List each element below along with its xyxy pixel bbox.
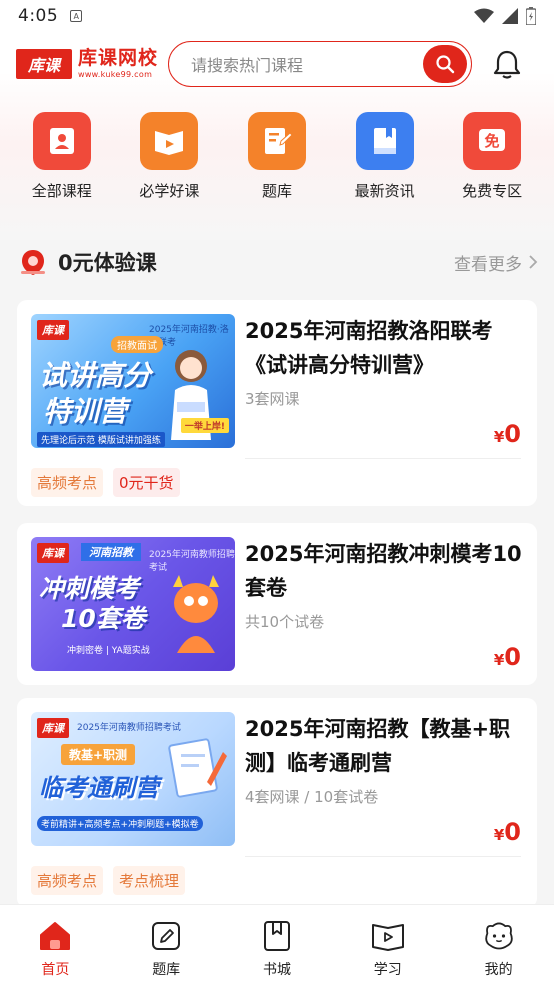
logo-name: 库课网校	[78, 47, 159, 69]
bookstore-icon	[260, 919, 294, 953]
all-courses-icon	[32, 112, 91, 170]
thumb-caption-top: 2025年河南教师招聘考试	[77, 723, 181, 733]
thumb-badge: 教基+职测	[61, 744, 136, 765]
course-title: 2025年河南招教洛阳联考《试讲高分特训营》	[245, 319, 493, 377]
tab-label: 首页	[41, 962, 70, 978]
course-tag: 0元干货	[113, 468, 180, 497]
tab-study[interactable]: 学习	[332, 905, 443, 984]
free-zone-icon: 免	[463, 112, 522, 170]
course-card[interactable]: 库课 河南招教 2025年河南教师招聘考试 冲刺模考 10套卷 冲刺密卷 | Y…	[17, 523, 537, 685]
course-title: 2025年河南招教冲刺模考10套卷	[245, 542, 522, 600]
category-news[interactable]: 最新资讯	[335, 112, 435, 212]
category-label: 必学好课	[139, 182, 200, 200]
tab-label: 学习	[373, 962, 402, 978]
category-label: 最新资讯	[354, 182, 415, 200]
question-bank-tab-icon	[149, 919, 183, 953]
profile-icon	[482, 919, 516, 953]
news-icon	[355, 112, 414, 170]
wifi-icon	[474, 8, 494, 23]
thumb-tag: 库课	[37, 543, 69, 563]
course-tag: 高频考点	[31, 866, 104, 895]
logo-box: 库课	[16, 49, 72, 79]
course-tag: 考点梳理	[113, 866, 186, 895]
tab-home[interactable]: 首页	[0, 905, 111, 984]
course-card[interactable]: 库课 2025年河南招教·洛阳联考 招教面试 试讲高分 特训营 先理论后示范 模…	[17, 300, 537, 506]
tab-bookstore[interactable]: 书城	[222, 905, 333, 984]
course-subtitle: 4套网课 / 10套试卷	[245, 788, 379, 806]
section-title: 0元体验课	[58, 251, 157, 275]
thumb-headline-1: 试讲高分	[39, 359, 152, 392]
app-logo: 库课 库课网校 www.kuke99.com	[16, 49, 158, 79]
section-header: 0元体验课 查看更多	[18, 244, 538, 280]
chevron-right-icon	[529, 255, 538, 269]
category-question-bank[interactable]: 题库	[227, 112, 327, 212]
thumb-tag: 库课	[37, 320, 69, 340]
course-subtitle: 共10个试卷	[245, 613, 325, 631]
notification-button[interactable]	[490, 47, 524, 81]
search-icon	[436, 55, 455, 74]
see-more-label: 查看更多	[454, 254, 522, 275]
search-bar[interactable]: 请搜索热门课程	[168, 41, 473, 87]
category-must-learn[interactable]: 必学好课	[119, 112, 219, 212]
thumb-badge: 河南招教	[81, 543, 141, 561]
thumb-illustration	[167, 732, 227, 802]
course-tags: 高频考点 考点梳理	[31, 866, 186, 895]
course-card[interactable]: 库课 2025年河南教师招聘考试 教基+职测 临考通刷营 考前精讲+高频考点+冲…	[17, 698, 537, 908]
course-tags: 高频考点 0元干货	[31, 468, 180, 497]
home-icon	[38, 919, 72, 953]
svg-text:免: 免	[485, 132, 500, 150]
tab-label: 我的	[484, 962, 513, 978]
status-right	[474, 7, 536, 25]
status-bar: 4:05 A	[0, 0, 554, 32]
thumb-badge: 招教面试	[111, 336, 163, 353]
thumb-headline-2: 特训营	[43, 395, 128, 428]
category-row: 全部课程 必学好课 题库 最新资讯 免 免费专区	[0, 112, 554, 212]
course-tag: 高频考点	[31, 468, 104, 497]
thumb-stamp: 一举上岸!	[180, 418, 229, 433]
tab-question-bank[interactable]: 题库	[111, 905, 222, 984]
thumb-caption-bottom: 考前精讲+高频考点+冲刺刷题+模拟卷	[37, 816, 203, 831]
divider	[245, 458, 521, 459]
divider	[245, 856, 521, 857]
must-learn-icon	[140, 112, 199, 170]
header: 库课 库课网校 www.kuke99.com 请搜索热门课程	[0, 36, 554, 92]
category-free-zone[interactable]: 免 免费专区	[442, 112, 542, 212]
thumb-headline-2: 10套卷	[61, 604, 146, 633]
thumb-illustration	[165, 573, 227, 653]
course-price: ¥0	[493, 818, 521, 846]
category-label: 全部课程	[31, 182, 92, 200]
course-price: ¥0	[493, 420, 521, 448]
tab-label: 题库	[152, 962, 181, 978]
category-label: 免费专区	[462, 182, 523, 200]
search-input[interactable]: 请搜索热门课程	[191, 52, 423, 76]
study-icon	[371, 919, 405, 953]
course-thumbnail: 库课 河南招教 2025年河南教师招聘考试 冲刺模考 10套卷 冲刺密卷 | Y…	[31, 537, 235, 671]
course-thumbnail: 库课 2025年河南教师招聘考试 教基+职测 临考通刷营 考前精讲+高频考点+冲…	[31, 712, 235, 846]
tab-profile[interactable]: 我的	[443, 905, 554, 984]
category-all-courses[interactable]: 全部课程	[12, 112, 112, 212]
thumb-headline-1: 临考通刷营	[39, 774, 159, 802]
bottom-tab-bar: 首页 题库 书城 学习 我的	[0, 904, 554, 984]
category-label: 题库	[261, 182, 292, 200]
search-button[interactable]	[423, 45, 468, 83]
status-time: 4:05	[18, 6, 59, 26]
question-bank-icon	[247, 112, 306, 170]
thumb-caption-bottom: 冲刺密卷 | YA题实战	[67, 646, 150, 656]
signal-icon	[502, 8, 518, 24]
see-more-link[interactable]: 查看更多	[454, 250, 538, 275]
bell-icon	[493, 50, 521, 79]
course-subtitle: 3套网课	[245, 390, 300, 408]
course-thumbnail: 库课 2025年河南招教·洛阳联考 招教面试 试讲高分 特训营 先理论后示范 模…	[31, 314, 235, 448]
course-price: ¥0	[493, 643, 521, 671]
battery-icon	[526, 7, 536, 25]
tab-label: 书城	[262, 962, 291, 978]
logo-url: www.kuke99.com	[78, 70, 153, 79]
thumb-caption-top: 2025年河南教师招聘考试	[149, 550, 235, 573]
thumb-tag: 库课	[37, 718, 69, 738]
course-title: 2025年河南招教【教基+职测】临考通刷营	[245, 717, 511, 775]
thumb-caption-bottom: 先理论后示范 模版试讲加强练	[37, 432, 165, 447]
sim-icon: A	[70, 10, 83, 22]
free-course-section-icon	[21, 250, 45, 275]
